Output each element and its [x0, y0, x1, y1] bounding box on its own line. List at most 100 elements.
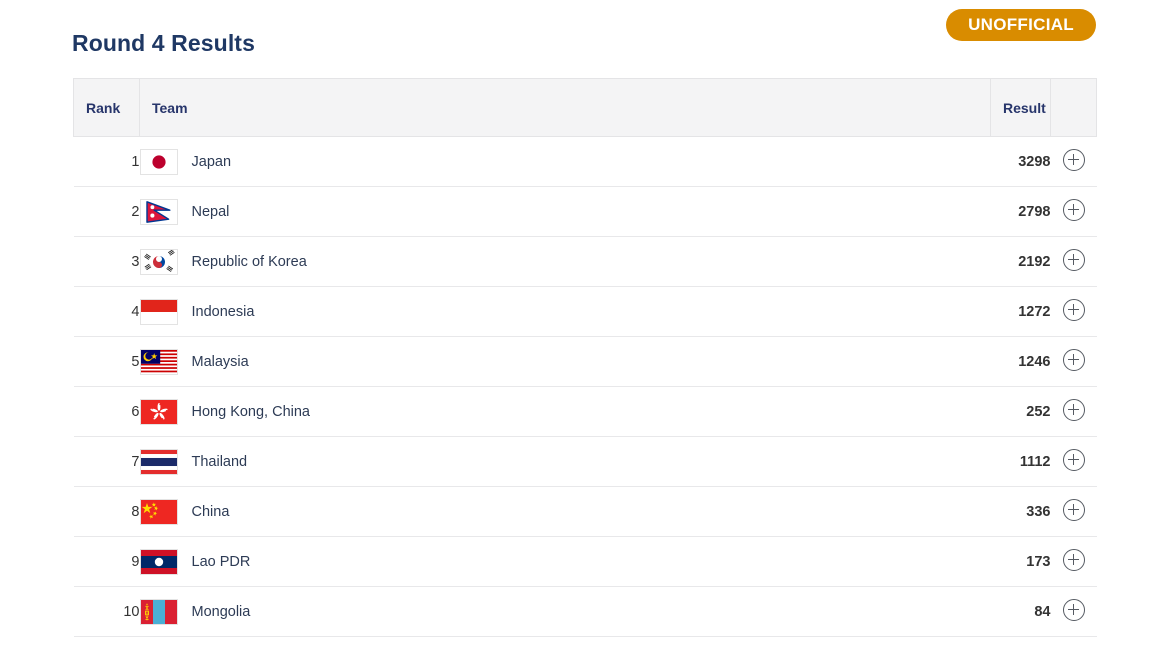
column-header-result: Result — [991, 79, 1051, 137]
rank-cell: 3 — [74, 237, 140, 287]
result-cell: 1246 — [991, 337, 1051, 387]
table-body: 1 Japan32982 Nepal27983 Republic — [74, 137, 1097, 637]
result-cell: 3298 — [991, 137, 1051, 187]
action-cell — [1051, 387, 1097, 437]
results-table: Rank Team Result 1 Japan 3298 2 Nepal 2798 3 — [73, 78, 1097, 637]
action-cell — [1051, 137, 1097, 187]
action-cell — [1051, 237, 1097, 287]
team-cell: Indonesia — [140, 287, 991, 337]
action-cell — [1051, 587, 1097, 637]
table-row[interactable]: 1 Japan 3298 — [74, 137, 1097, 187]
team-cell-content: Indonesia — [140, 299, 991, 325]
rank-cell: 6 — [74, 387, 140, 437]
rank-cell: 4 — [74, 287, 140, 337]
action-cell — [1051, 487, 1097, 537]
table-row[interactable]: 7 Thailand 1112 — [74, 437, 1097, 487]
team-cell-content: Mongolia — [140, 599, 991, 625]
team-cell: Malaysia — [140, 337, 991, 387]
team-cell-content: Republic of Korea — [140, 249, 991, 275]
team-cell: Mongolia — [140, 587, 991, 637]
result-cell: 173 — [991, 537, 1051, 587]
result-cell: 1272 — [991, 287, 1051, 337]
column-header-action — [1051, 79, 1097, 137]
flag-thailand-icon — [140, 449, 178, 475]
team-name: Thailand — [192, 454, 248, 470]
plus-circle-icon[interactable] — [1063, 199, 1085, 221]
team-cell: China — [140, 487, 991, 537]
flag-hong-kong-icon — [140, 399, 178, 425]
table-row[interactable]: 6 Hong Kong, China 252 — [74, 387, 1097, 437]
table-header-row: Rank Team Result — [74, 79, 1097, 137]
team-name: Republic of Korea — [192, 254, 307, 270]
team-name: Mongolia — [192, 604, 251, 620]
action-cell — [1051, 337, 1097, 387]
team-cell-content: Japan — [140, 149, 991, 175]
table-row[interactable]: 3 Republic of Korea 2192 — [74, 237, 1097, 287]
team-cell-content: Thailand — [140, 449, 991, 475]
team-cell: Hong Kong, China — [140, 387, 991, 437]
flag-malaysia-icon — [140, 349, 178, 375]
result-cell: 252 — [991, 387, 1051, 437]
rank-cell: 8 — [74, 487, 140, 537]
flag-korea-icon — [140, 249, 178, 275]
plus-circle-icon[interactable] — [1063, 449, 1085, 471]
team-cell: Republic of Korea — [140, 237, 991, 287]
team-cell: Thailand — [140, 437, 991, 487]
action-cell — [1051, 287, 1097, 337]
table-header: Rank Team Result — [74, 79, 1097, 137]
flag-china-icon — [140, 499, 178, 525]
results-page: UNOFFICIAL Round 4 Results Rank Team Res… — [0, 0, 1173, 671]
table-row[interactable]: 2 Nepal 2798 — [74, 187, 1097, 237]
plus-circle-icon[interactable] — [1063, 399, 1085, 421]
table-row[interactable]: 8 China 336 — [74, 487, 1097, 537]
team-name: Lao PDR — [192, 554, 251, 570]
team-cell-content: China — [140, 499, 991, 525]
plus-circle-icon[interactable] — [1063, 349, 1085, 371]
rank-cell: 1 — [74, 137, 140, 187]
team-cell-content: Malaysia — [140, 349, 991, 375]
result-cell: 2798 — [991, 187, 1051, 237]
plus-circle-icon[interactable] — [1063, 499, 1085, 521]
flag-mongolia-icon — [140, 599, 178, 625]
column-header-team: Team — [140, 79, 991, 137]
table-row[interactable]: 9 Lao PDR 173 — [74, 537, 1097, 587]
status-badge: UNOFFICIAL — [946, 9, 1096, 41]
team-name: China — [192, 504, 230, 520]
plus-circle-icon[interactable] — [1063, 249, 1085, 271]
team-cell-content: Hong Kong, China — [140, 399, 991, 425]
team-cell: Japan — [140, 137, 991, 187]
result-cell: 84 — [991, 587, 1051, 637]
flag-japan-icon — [140, 149, 178, 175]
column-header-rank: Rank — [74, 79, 140, 137]
team-name: Hong Kong, China — [192, 404, 311, 420]
result-cell: 336 — [991, 487, 1051, 537]
team-name: Japan — [192, 154, 232, 170]
team-name: Indonesia — [192, 304, 255, 320]
team-name: Malaysia — [192, 354, 249, 370]
rank-cell: 9 — [74, 537, 140, 587]
flag-nepal-icon — [140, 199, 178, 225]
action-cell — [1051, 537, 1097, 587]
team-cell: Nepal — [140, 187, 991, 237]
table-row[interactable]: 5 Malaysia 1246 — [74, 337, 1097, 387]
page-title: Round 4 Results — [72, 30, 255, 57]
plus-circle-icon[interactable] — [1063, 599, 1085, 621]
plus-circle-icon[interactable] — [1063, 549, 1085, 571]
table-row[interactable]: 10 Mongolia 84 — [74, 587, 1097, 637]
action-cell — [1051, 437, 1097, 487]
rank-cell: 10 — [74, 587, 140, 637]
table-row[interactable]: 4 Indonesia 1272 — [74, 287, 1097, 337]
team-cell: Lao PDR — [140, 537, 991, 587]
rank-cell: 2 — [74, 187, 140, 237]
rank-cell: 5 — [74, 337, 140, 387]
results-table-container: Rank Team Result 1 Japan 3298 2 Nepal 2798 3 — [73, 78, 1096, 637]
result-cell: 1112 — [991, 437, 1051, 487]
rank-cell: 7 — [74, 437, 140, 487]
plus-circle-icon[interactable] — [1063, 299, 1085, 321]
plus-circle-icon[interactable] — [1063, 149, 1085, 171]
flag-indonesia-icon — [140, 299, 178, 325]
team-cell-content: Lao PDR — [140, 549, 991, 575]
result-cell: 2192 — [991, 237, 1051, 287]
team-name: Nepal — [192, 204, 230, 220]
flag-laos-icon — [140, 549, 178, 575]
